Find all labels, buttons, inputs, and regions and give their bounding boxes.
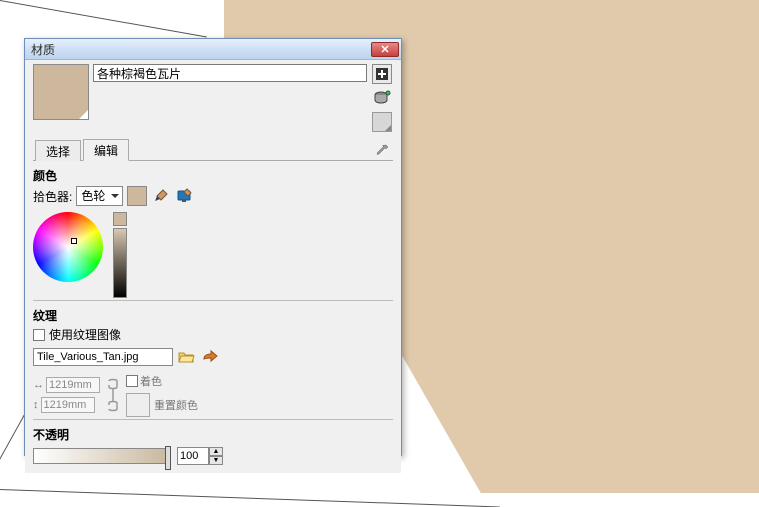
value-slider[interactable] (113, 228, 127, 298)
picker-label: 拾色器: (33, 188, 72, 205)
create-material-icon (375, 67, 389, 81)
reset-color-swatch[interactable] (126, 393, 150, 417)
opacity-spin-up[interactable]: ▲ (209, 447, 223, 456)
opacity-spinner: ▲ ▼ (177, 447, 223, 465)
divider (33, 419, 393, 420)
sample-paint-button[interactable] (373, 142, 391, 160)
tab-bar: 选择 编辑 (33, 138, 393, 161)
opacity-spin-down[interactable]: ▼ (209, 456, 223, 465)
close-icon (381, 45, 389, 53)
export-arrow-icon (202, 349, 220, 365)
texture-height-input[interactable] (41, 397, 95, 413)
close-button[interactable] (371, 42, 399, 57)
tab-edit[interactable]: 编辑 (83, 139, 129, 161)
reset-color-label: 重置颜色 (154, 397, 198, 413)
opacity-value-input[interactable] (177, 447, 209, 465)
link-chain-icon (106, 377, 120, 413)
create-material-button[interactable] (372, 64, 392, 84)
use-texture-checkbox[interactable] (33, 329, 45, 341)
colorize-label: 着色 (140, 373, 162, 389)
divider (33, 300, 393, 301)
eyedropper-icon (375, 144, 389, 158)
lock-aspect-toggle[interactable] (106, 377, 120, 413)
tab-select[interactable]: 选择 (35, 140, 81, 161)
titlebar[interactable]: 材质 (25, 39, 401, 60)
secondary-swatch[interactable] (372, 112, 392, 132)
materials-dialog: 材质 (24, 38, 402, 456)
opacity-slider[interactable] (33, 448, 171, 464)
height-arrow-icon: ↕ (33, 399, 39, 411)
texture-width-input[interactable] (46, 377, 100, 393)
section-color-label: 颜色 (33, 167, 393, 184)
model-edge (0, 489, 500, 507)
width-arrow-icon: ↔ (33, 379, 44, 391)
color-wheel[interactable] (33, 212, 103, 282)
brush-screen-icon (176, 188, 194, 204)
color-preview-swatch[interactable] (127, 186, 147, 206)
set-default-button[interactable] (372, 88, 392, 108)
edit-texture-button[interactable] (201, 347, 221, 367)
value-current-swatch (113, 212, 127, 226)
bucket-icon (373, 90, 391, 106)
browse-texture-button[interactable] (177, 347, 197, 367)
section-opacity-label: 不透明 (33, 426, 393, 443)
use-texture-label: 使用纹理图像 (49, 326, 121, 343)
section-texture-label: 纹理 (33, 307, 393, 324)
picker-mode-select[interactable]: 色轮 (76, 186, 123, 206)
material-name-input[interactable] (93, 64, 367, 82)
brush-object-icon (153, 188, 169, 204)
window-title: 材质 (31, 41, 55, 58)
current-material-swatch[interactable] (33, 64, 89, 120)
match-screen-color-button[interactable] (151, 186, 171, 206)
texture-filename-input[interactable] (33, 348, 173, 366)
colorize-checkbox[interactable] (126, 375, 138, 387)
folder-open-icon (178, 349, 196, 365)
color-wheel-marker[interactable] (71, 238, 77, 244)
match-model-color-button[interactable] (175, 186, 195, 206)
